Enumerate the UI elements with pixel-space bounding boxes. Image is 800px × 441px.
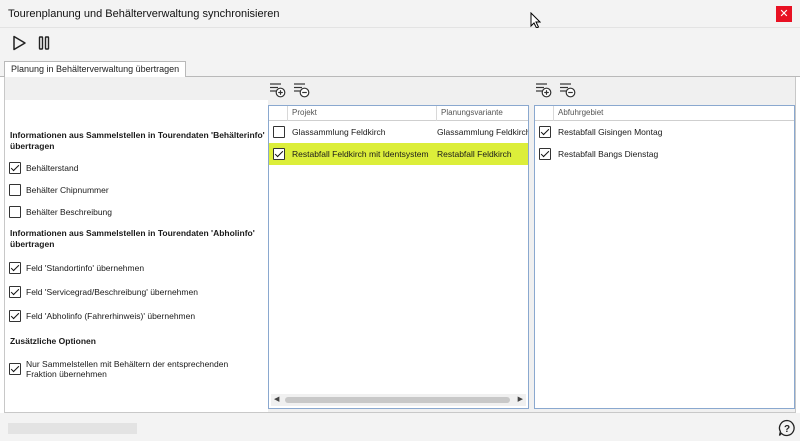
- grid-header: Abfuhrgebiet: [535, 106, 794, 121]
- checkbox[interactable]: [272, 126, 285, 138]
- column-header-check[interactable]: [269, 106, 288, 121]
- table-row[interactable]: Restabfall Feldkirch mit Identsystem Res…: [269, 143, 528, 165]
- checkbox[interactable]: [9, 162, 21, 174]
- grid-header: Projekt Planungsvariante: [269, 106, 528, 121]
- option-behaelter-chipnummer[interactable]: Behälter Chipnummer: [9, 184, 109, 196]
- status-field: [8, 423, 137, 434]
- option-abholinfo[interactable]: Feld 'Abholinfo (Fahrerhinweis)' überneh…: [9, 310, 195, 322]
- checkbox[interactable]: [272, 148, 285, 160]
- section-behaelterinfo-title: Informationen aus Sammelstellen in Toure…: [10, 130, 265, 151]
- checkbox[interactable]: [538, 148, 551, 160]
- option-standortinfo[interactable]: Feld 'Standortinfo' übernehmen: [9, 262, 144, 274]
- svg-text:?: ?: [784, 424, 790, 435]
- add-rows-icon[interactable]: [535, 82, 552, 98]
- column-header-planungsvariante[interactable]: Planungsvariante: [437, 106, 528, 121]
- checkbox[interactable]: [538, 126, 551, 138]
- toolbar: [0, 28, 800, 60]
- help-icon[interactable]: ?: [777, 418, 797, 438]
- close-button[interactable]: ✕: [776, 6, 792, 22]
- checkbox[interactable]: [9, 363, 21, 375]
- scroll-right-icon[interactable]: ▶: [518, 395, 523, 403]
- checkbox[interactable]: [9, 206, 21, 218]
- checkbox[interactable]: [9, 286, 21, 298]
- section-abholinfo-title: Informationen aus Sammelstellen in Toure…: [10, 228, 255, 249]
- column-header-abfuhrgebiet[interactable]: Abfuhrgebiet: [554, 106, 794, 121]
- status-bar: ?: [0, 413, 800, 441]
- areas-grid: Abfuhrgebiet Restabfall Gisingen Montag …: [534, 105, 795, 409]
- scrollbar-thumb[interactable]: [285, 397, 510, 403]
- column-header-check[interactable]: [535, 106, 554, 121]
- table-row[interactable]: Restabfall Gisingen Montag: [535, 121, 794, 143]
- tab-content: Informationen aus Sammelstellen in Toure…: [4, 77, 796, 413]
- option-servicegrad[interactable]: Feld 'Servicegrad/Beschreibung' übernehm…: [9, 286, 198, 298]
- tab-planung[interactable]: Planung in Behälterverwaltung übertragen: [4, 61, 187, 78]
- window-title: Tourenplanung und Behälterverwaltung syn…: [8, 8, 280, 20]
- table-row[interactable]: Glassammlung Feldkirch Glassammlung Feld…: [269, 121, 528, 143]
- add-rows-icon[interactable]: [269, 82, 286, 98]
- column-header-projekt[interactable]: Projekt: [288, 106, 437, 121]
- mouse-cursor-icon: [530, 12, 541, 29]
- option-behaelter-beschreibung[interactable]: Behälter Beschreibung: [9, 206, 112, 218]
- options-pane: Informationen aus Sammelstellen in Toure…: [5, 100, 268, 412]
- play-button[interactable]: [8, 32, 30, 54]
- checkbox[interactable]: [9, 262, 21, 274]
- option-behaelterstand[interactable]: Behälterstand: [9, 162, 78, 174]
- title-bar: Tourenplanung und Behälterverwaltung syn…: [0, 0, 800, 28]
- scroll-left-icon[interactable]: ◀: [274, 395, 279, 403]
- checkbox[interactable]: [9, 310, 21, 322]
- projects-grid: Projekt Planungsvariante Glassammlung Fe…: [268, 105, 529, 409]
- checkbox[interactable]: [9, 184, 21, 196]
- remove-rows-icon[interactable]: [559, 82, 576, 98]
- pause-button[interactable]: [33, 32, 55, 54]
- horizontal-scrollbar[interactable]: ◀ ▶: [271, 394, 526, 406]
- play-icon: [13, 35, 26, 51]
- option-nur-sammelstellen[interactable]: Nur Sammelstellen mit Behältern der ents…: [9, 359, 261, 379]
- remove-rows-icon[interactable]: [293, 82, 310, 98]
- pause-icon: [38, 36, 50, 50]
- table-row[interactable]: Restabfall Bangs Dienstag: [535, 143, 794, 165]
- section-zusaetzliche-optionen-title: Zusätzliche Optionen: [10, 336, 96, 346]
